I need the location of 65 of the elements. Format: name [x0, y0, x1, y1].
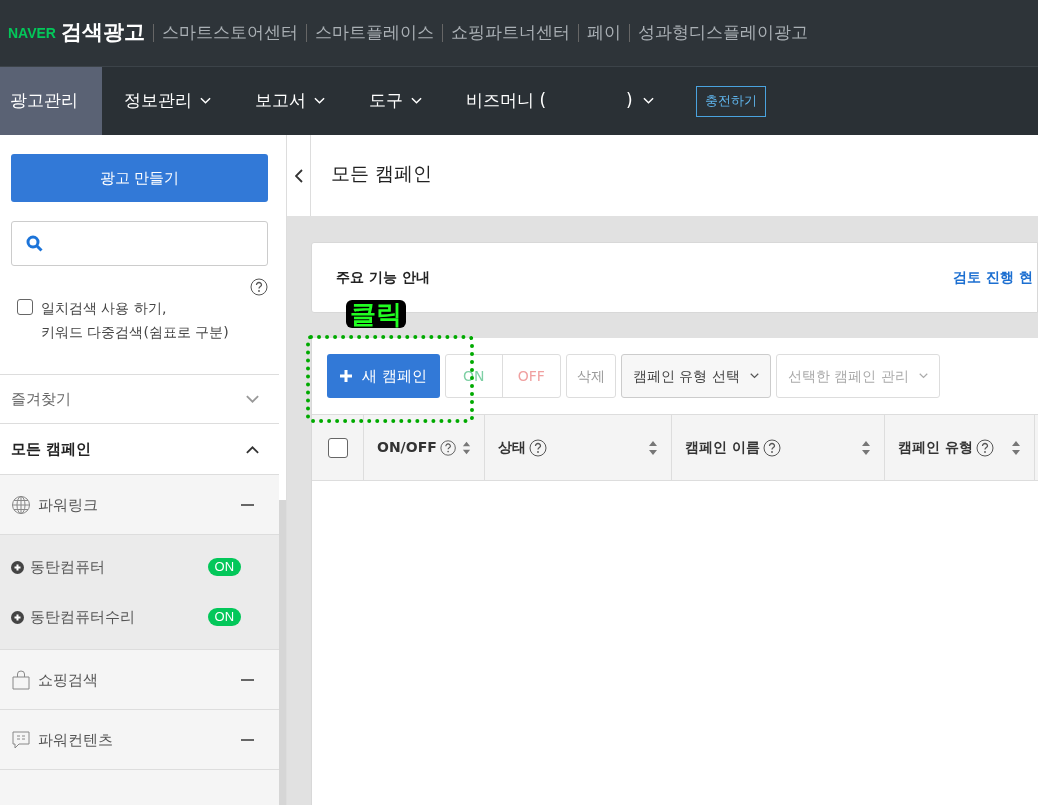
- minus-icon[interactable]: [241, 738, 255, 741]
- campaign-item[interactable]: 동탄컴퓨터수리 ON: [0, 592, 280, 643]
- caret-icon: [411, 97, 422, 105]
- nav-tab[interactable]: 광고관리: [0, 67, 102, 135]
- sort-icon[interactable]: [861, 440, 871, 455]
- column-header[interactable]: 상태: [485, 415, 672, 480]
- caret-icon: [749, 373, 759, 379]
- minus-icon[interactable]: [241, 678, 255, 681]
- logo[interactable]: NAVER: [8, 22, 56, 44]
- campaign-item[interactable]: 동탄컴퓨터 ON: [0, 542, 280, 593]
- campaign-type-select[interactable]: 캠페인 유형 선택: [620, 354, 771, 398]
- minus-icon[interactable]: [241, 503, 255, 506]
- search-icon: [26, 235, 43, 252]
- top-link[interactable]: 스마트스토어센터: [161, 20, 298, 46]
- sort-icon[interactable]: [648, 440, 658, 455]
- caret-icon: [314, 97, 325, 105]
- exact-search-checkbox[interactable]: [17, 299, 33, 315]
- help-icon[interactable]: [529, 438, 547, 457]
- bizmoney-menu[interactable]: 비즈머니 ( ): [444, 67, 676, 135]
- nav-tab[interactable]: 보고서: [233, 67, 347, 135]
- top-link[interactable]: 쇼핑파트너센터: [450, 20, 570, 46]
- guide-title: 주요 기능 안내: [336, 268, 430, 287]
- campaign-group-item[interactable]: 파워컨텐츠: [0, 710, 280, 770]
- scrollbar[interactable]: [279, 500, 286, 805]
- top-link[interactable]: 스마트플레이스: [314, 20, 434, 46]
- globe-icon: [11, 494, 31, 515]
- column-header[interactable]: 캠페인 유형: [885, 415, 1035, 480]
- help-icon[interactable]: [439, 438, 456, 457]
- page-title: 모든 캠페인: [331, 161, 433, 187]
- column-header[interactable]: 캠페인 이름: [672, 415, 885, 480]
- create-ad-button[interactable]: 광고 만들기: [11, 154, 269, 202]
- help-icon[interactable]: [975, 438, 994, 457]
- campaign-group-item[interactable]: 쇼핑검색: [0, 650, 280, 710]
- sort-icon[interactable]: [1011, 440, 1021, 455]
- caret-icon: [918, 373, 928, 379]
- caret-icon: [642, 97, 654, 105]
- chevron-icon: [245, 394, 261, 404]
- help-icon[interactable]: [250, 278, 269, 296]
- sort-icon[interactable]: [462, 440, 471, 455]
- review-status-link[interactable]: 검토 진행 현: [953, 267, 1033, 288]
- status-badge: ON: [207, 558, 242, 577]
- top-link[interactable]: 성과형디스플레이광고: [637, 20, 808, 46]
- plus-circle-icon: [11, 560, 24, 574]
- chevron-icon: [245, 444, 261, 454]
- annotation-label: 클릭: [346, 300, 406, 328]
- plus-icon: [340, 370, 352, 382]
- exact-search-label: 일치검색 사용 하기, 키워드 다중검색(쉼표로 구분): [41, 299, 229, 342]
- nav-tab[interactable]: 도구: [347, 67, 444, 135]
- caret-icon: [200, 97, 211, 105]
- charge-button[interactable]: 충전하기: [695, 85, 766, 117]
- shopping-bag-icon: [11, 669, 31, 690]
- top-link[interactable]: 페이: [586, 20, 621, 46]
- favorites-item[interactable]: 즐겨찾기: [0, 374, 280, 425]
- campaign-group-item[interactable]: 파워링크: [0, 475, 280, 535]
- search-field[interactable]: [11, 221, 269, 266]
- new-campaign-button[interactable]: 새 캠페인: [327, 354, 440, 398]
- plus-circle-icon: [11, 610, 24, 624]
- status-badge: ON: [207, 608, 242, 627]
- help-icon[interactable]: [762, 438, 781, 457]
- product-title[interactable]: 검색광고: [60, 17, 145, 49]
- chevron-left-icon: [294, 168, 303, 183]
- nav-tab[interactable]: 정보관리: [102, 67, 233, 135]
- column-header[interactable]: ON/OFF: [364, 415, 485, 480]
- chat-icon: [11, 729, 31, 750]
- select-all-checkbox[interactable]: [327, 437, 348, 458]
